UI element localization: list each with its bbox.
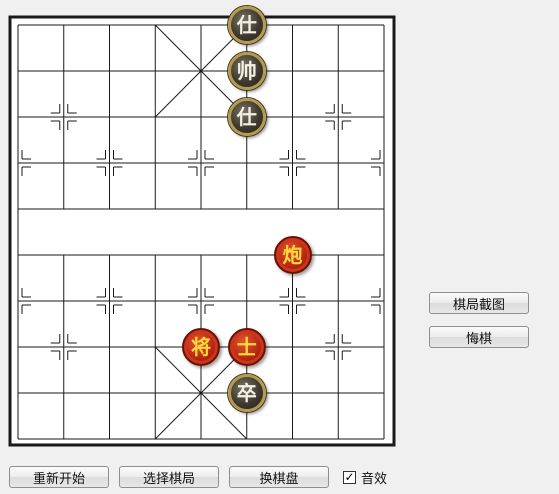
- switch-board-button[interactable]: 换棋盘: [229, 466, 329, 488]
- dark-piece[interactable]: 仕: [227, 98, 266, 136]
- red-piece[interactable]: 炮: [273, 236, 312, 274]
- choose-game-button[interactable]: 选择棋局: [119, 466, 219, 488]
- board-screenshot-button[interactable]: 棋局截图: [429, 292, 529, 314]
- board-grid: [0, 0, 420, 460]
- xiangqi-board[interactable]: 仕帅仕炮将士卒: [0, 0, 420, 460]
- sound-toggle[interactable]: ✓ 音效: [343, 468, 388, 487]
- undo-move-button[interactable]: 悔棋: [429, 326, 529, 348]
- restart-button[interactable]: 重新开始: [9, 466, 109, 488]
- board-frame: [8, 15, 396, 447]
- red-piece[interactable]: 将: [182, 328, 220, 366]
- sound-label: 音效: [361, 471, 388, 487]
- dark-piece[interactable]: 卒: [227, 374, 266, 412]
- dark-piece[interactable]: 帅: [227, 52, 266, 90]
- red-piece[interactable]: 士: [227, 328, 266, 366]
- dark-piece[interactable]: 仕: [227, 6, 266, 44]
- sound-checkbox[interactable]: ✓: [343, 470, 356, 484]
